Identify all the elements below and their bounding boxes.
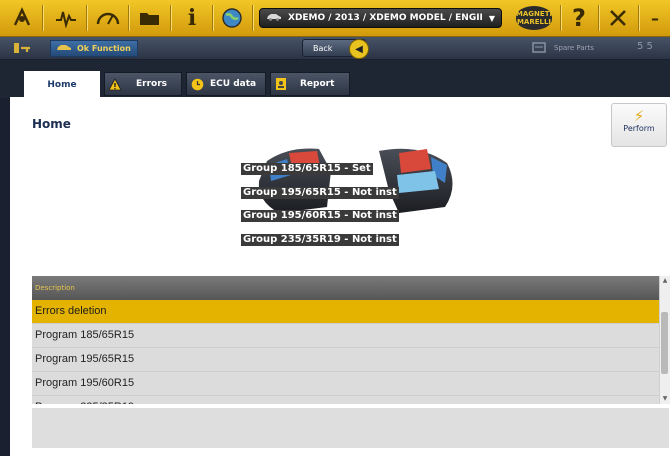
info-icon[interactable]: i	[178, 4, 206, 32]
gauge-icon[interactable]	[94, 4, 122, 32]
page-title: Home	[32, 117, 71, 131]
list-scrollbar[interactable]: ▲ ▼	[659, 276, 670, 404]
list-item[interactable]: Errors deletion	[32, 300, 659, 324]
tab-report-label: Report	[300, 79, 335, 89]
detail-panel	[32, 408, 669, 448]
group-status-2: Group 195/65R15 - Not inst	[241, 187, 399, 199]
main-toolbar: i XDEMO / 2013 / XDEMO MODEL / ENGII ▼ M…	[0, 0, 670, 37]
perform-label: Perform	[623, 124, 655, 133]
page-indicator: 5 5	[637, 41, 653, 52]
scroll-down-icon[interactable]: ▼	[661, 395, 669, 403]
scroll-thumb[interactable]	[661, 312, 668, 374]
tab-home[interactable]: Home	[24, 71, 100, 98]
bolt-icon: ⚡	[633, 107, 645, 125]
help-icon[interactable]: ?	[565, 4, 593, 32]
list-item[interactable]: Program 195/60R15	[32, 372, 659, 396]
perform-button[interactable]: ⚡ Perform	[611, 103, 667, 147]
home-panel: Home ⚡ Perform Group 185/65R15 - Set Gro…	[10, 97, 670, 456]
brand-line2: MARELLI	[516, 18, 552, 26]
spare-parts-button[interactable]: Spare Parts	[532, 41, 594, 55]
group-status-4: Group 235/35R19 - Not inst	[241, 234, 399, 246]
brand-logo: MAGNETI MARELLI	[516, 6, 552, 30]
car-icon	[266, 12, 282, 24]
tab-errors-label: Errors	[136, 79, 168, 89]
arrow-left-icon: ◀	[349, 39, 369, 59]
group-status-1: Group 185/65R15 - Set	[241, 163, 373, 175]
vehicle-selector[interactable]: XDEMO / 2013 / XDEMO MODEL / ENGII ▼	[259, 8, 502, 28]
globe-icon[interactable]	[218, 4, 246, 32]
tab-report[interactable]: Report	[270, 72, 350, 96]
tab-ecu-data-label: ECU data	[210, 79, 257, 89]
function-bar: Ok Function Back ◀ Spare Parts 5 5	[0, 37, 670, 59]
car-icon	[56, 43, 72, 54]
clock-icon	[190, 77, 204, 91]
back-label: Back	[313, 43, 333, 53]
oscilloscope-icon[interactable]	[52, 4, 80, 32]
brand-line1: MAGNETI	[515, 10, 553, 18]
list-header: Description	[32, 276, 659, 300]
ok-function-button[interactable]: Ok Function	[50, 40, 138, 57]
tab-home-label: Home	[47, 79, 77, 90]
tyre-illustration	[258, 148, 453, 213]
warning-icon	[108, 77, 122, 91]
list-item[interactable]: Program 235/35R19	[32, 396, 659, 404]
list-item[interactable]: Program 185/65R15	[32, 324, 659, 348]
tab-ecu-data[interactable]: ECU data	[186, 72, 266, 96]
tools-icon[interactable]	[604, 4, 632, 32]
list-item[interactable]: Program 195/65R15	[32, 348, 659, 372]
back-button[interactable]: Back ◀	[302, 39, 369, 59]
spare-parts-label: Spare Parts	[554, 44, 594, 52]
logo-icon[interactable]	[8, 4, 36, 32]
parts-icon	[532, 41, 546, 55]
minimize-icon[interactable]: –	[642, 4, 668, 32]
vehicle-label: XDEMO / 2013 / XDEMO MODEL / ENGII	[288, 13, 483, 23]
function-list: Description Errors deletion Program 185/…	[32, 276, 659, 404]
group-status-3: Group 195/60R15 - Not inst	[241, 210, 399, 222]
scroll-up-icon[interactable]: ▲	[661, 277, 669, 285]
report-icon	[274, 77, 288, 91]
key-icon[interactable]	[8, 34, 36, 62]
folder-icon[interactable]	[136, 4, 164, 32]
chevron-down-icon: ▼	[488, 13, 495, 23]
tab-strip: Home Errors ECU data Report	[0, 60, 670, 98]
ok-function-label: Ok Function	[77, 44, 131, 53]
tab-errors[interactable]: Errors	[104, 72, 182, 96]
